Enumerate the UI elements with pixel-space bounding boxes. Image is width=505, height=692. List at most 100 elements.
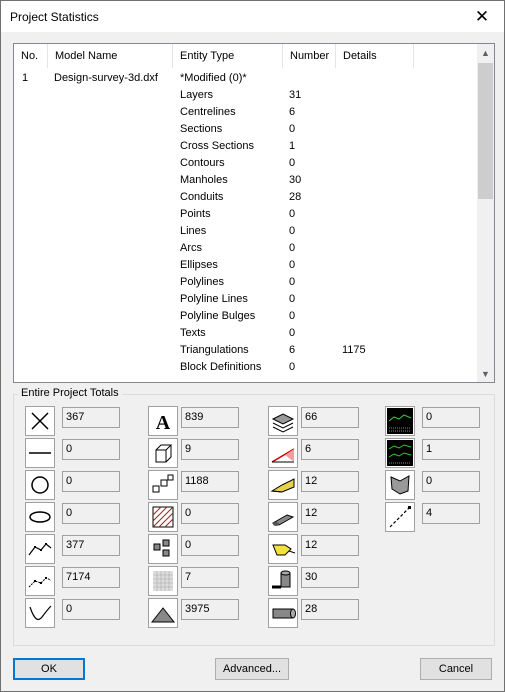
- total-value: 66: [301, 407, 359, 428]
- cell-type: Manholes: [180, 174, 228, 186]
- vertical-scrollbar[interactable]: ▲ ▼: [477, 44, 494, 382]
- table-row[interactable]: Lines 0: [14, 223, 476, 240]
- cell-number: 0: [289, 293, 296, 305]
- header-number[interactable]: Number: [283, 44, 336, 68]
- cell-type: Centrelines: [180, 106, 236, 118]
- cell-type: Ellipses: [180, 259, 218, 271]
- table-row[interactable]: Sections 0: [14, 121, 476, 138]
- table-row[interactable]: Centrelines 6: [14, 104, 476, 121]
- total-value: 12: [301, 503, 359, 524]
- cancel-button[interactable]: Cancel: [420, 658, 492, 680]
- table-row[interactable]: 1 Design-survey-3d.dxf *Modified (0)*: [14, 70, 476, 87]
- total-value: 839: [181, 407, 239, 428]
- cell-number: 0: [289, 208, 296, 220]
- points-x-icon: [25, 406, 55, 436]
- total-value: 1: [422, 439, 480, 460]
- cell-number: 6: [289, 344, 296, 356]
- ok-button[interactable]: OK: [13, 658, 85, 680]
- total-value: 28: [301, 599, 359, 620]
- cell-type: *Modified (0)*: [180, 72, 247, 84]
- table-row[interactable]: Triangulations 6 1175: [14, 342, 476, 359]
- dashed-line-icon: [385, 502, 415, 532]
- total-value: 9: [181, 439, 239, 460]
- cell-no: 1: [22, 72, 29, 84]
- scroll-up-icon[interactable]: ▲: [477, 44, 494, 61]
- cell-details: 1175: [342, 344, 366, 356]
- total-value: 0: [62, 503, 120, 524]
- cell-type: Polyline Bulges: [180, 310, 256, 322]
- header-no[interactable]: No.: [14, 44, 48, 68]
- cell-type: Points: [180, 208, 211, 220]
- total-value: 12: [301, 471, 359, 492]
- table-row[interactable]: Manholes 30: [14, 172, 476, 189]
- title-bar: Project Statistics ✕: [1, 1, 504, 32]
- total-value: 0: [62, 471, 120, 492]
- table-row[interactable]: Polyline Lines 0: [14, 291, 476, 308]
- total-value: 7174: [62, 567, 120, 588]
- cell-type: Layers: [180, 89, 214, 101]
- table-row[interactable]: Arcs 0: [14, 240, 476, 257]
- total-value: 4: [422, 503, 480, 524]
- hatch-icon: [148, 502, 178, 532]
- cell-number: 30: [289, 174, 302, 186]
- total-value: 0: [422, 407, 480, 428]
- table-row[interactable]: Block Definitions 0: [14, 359, 476, 376]
- header-model-name[interactable]: Model Name: [48, 44, 173, 68]
- total-value: 12: [301, 535, 359, 556]
- cell-type: Lines: [180, 225, 207, 237]
- table-row[interactable]: Points 0: [14, 206, 476, 223]
- polyline-vertices-icon: [25, 566, 55, 596]
- dialog-title: Project Statistics: [10, 10, 99, 24]
- section-icon: [268, 438, 298, 468]
- manhole-icon: [268, 566, 298, 596]
- table-row[interactable]: Polylines 0: [14, 274, 476, 291]
- circle-icon: [25, 470, 55, 500]
- cell-number: 31: [289, 89, 302, 101]
- totals-group-label: Entire Project Totals: [18, 387, 122, 399]
- total-value: 0: [62, 599, 120, 620]
- list-header: No. Model Name Entity Type Number Detail…: [14, 44, 476, 68]
- close-icon[interactable]: ✕: [460, 1, 504, 32]
- total-value: 0: [422, 471, 480, 492]
- scroll-thumb[interactable]: [478, 63, 493, 199]
- table-row[interactable]: Cross Sections 1: [14, 138, 476, 155]
- cell-number: 0: [289, 225, 296, 237]
- scroll-down-icon[interactable]: ▼: [477, 365, 494, 382]
- table-row[interactable]: Ellipses 0: [14, 257, 476, 274]
- header-entity-type[interactable]: Entity Type: [173, 44, 283, 68]
- total-value: 367: [62, 407, 120, 428]
- cell-model: Design-survey-3d.dxf: [54, 72, 158, 84]
- layers-icon: [268, 406, 298, 436]
- cell-number: 6: [289, 106, 296, 118]
- advanced-button[interactable]: Advanced...: [215, 658, 289, 680]
- surface-yellow-icon: [268, 470, 298, 500]
- total-value: 3975: [181, 599, 239, 620]
- total-value: 0: [181, 503, 239, 524]
- polyline-icon: [25, 534, 55, 564]
- table-row[interactable]: Polyline Bulges 0: [14, 308, 476, 325]
- line-icon: [25, 438, 55, 468]
- dot-pattern-icon: [148, 566, 178, 596]
- block-definition-icon: [148, 438, 178, 468]
- text-icon: A: [148, 406, 178, 436]
- cell-type: Polylines: [180, 276, 225, 288]
- statistics-list[interactable]: No. Model Name Entity Type Number Detail…: [13, 43, 495, 383]
- table-row[interactable]: Conduits 28: [14, 189, 476, 206]
- total-value: 1188: [181, 471, 239, 492]
- cell-type: Contours: [180, 157, 225, 169]
- cell-number: 0: [289, 157, 296, 169]
- list-rows: 1 Design-survey-3d.dxf *Modified (0)* Layer…: [14, 70, 476, 376]
- symbol-array-icon: [148, 534, 178, 564]
- table-row[interactable]: Texts 0: [14, 325, 476, 342]
- total-value: 377: [62, 535, 120, 556]
- triangle-icon: [148, 598, 178, 628]
- table-row[interactable]: Contours 0: [14, 155, 476, 172]
- header-details[interactable]: Details: [336, 44, 414, 68]
- hand-yellow-icon: [268, 534, 298, 564]
- cell-number: 0: [289, 242, 296, 254]
- cell-type: Cross Sections: [180, 140, 254, 152]
- ellipse-icon: [25, 502, 55, 532]
- cell-number: 28: [289, 191, 302, 203]
- project-statistics-dialog: Project Statistics ✕ No. Model Name Enti…: [0, 0, 505, 692]
- table-row[interactable]: Layers 31: [14, 87, 476, 104]
